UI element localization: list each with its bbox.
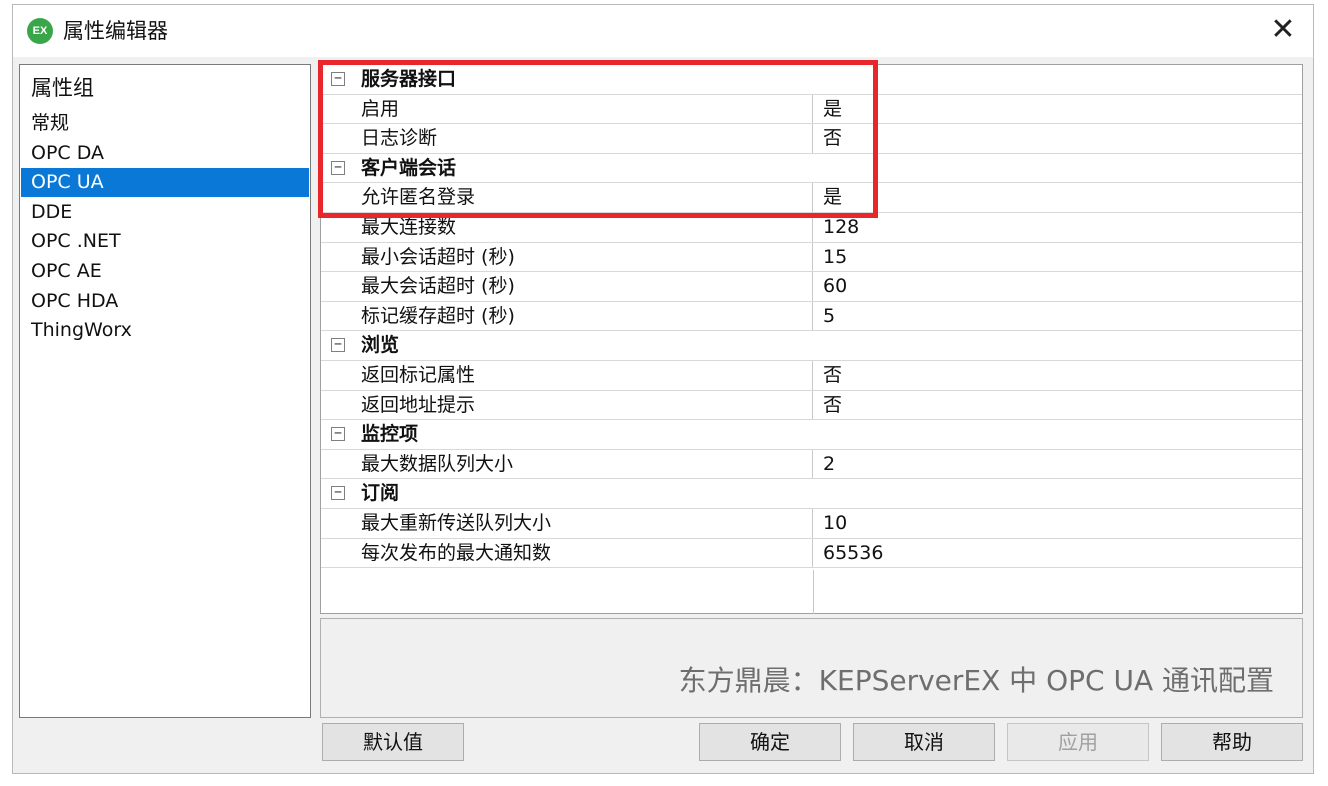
property-group-opc-ua[interactable]: OPC UA (21, 168, 309, 198)
property-row-max-notifications-per-publish[interactable]: 每次发布的最大通知数 65536 (321, 538, 1302, 569)
property-group-general[interactable]: 常规 (21, 109, 309, 138)
property-value[interactable]: 是 (823, 95, 842, 124)
property-name: 启用 (321, 94, 813, 124)
property-group-label: OPC HDA (31, 289, 119, 312)
property-grid: − 服务器接口 启用 是 日志诊断 否 − 客户端会话 允许匿名登录 是 最大连… (320, 64, 1303, 614)
property-row-min-session-timeout[interactable]: 最小会话超时 (秒) 15 (321, 242, 1302, 273)
property-name: 返回标记属性 (321, 361, 813, 390)
column-divider (813, 570, 814, 614)
property-group-label: ThingWorx (31, 319, 132, 342)
property-row-return-address-hints[interactable]: 返回地址提示 否 (321, 390, 1302, 421)
property-name: 最大数据队列大小 (321, 449, 813, 479)
cancel-button[interactable]: 取消 (853, 723, 995, 761)
property-value[interactable]: 60 (823, 272, 847, 301)
property-value[interactable]: 10 (823, 509, 847, 538)
property-group-label: OPC AE (31, 260, 102, 282)
property-name: 每次发布的最大通知数 (321, 538, 813, 568)
property-group-opc-hda[interactable]: OPC HDA (21, 287, 309, 316)
close-button[interactable]: ✕ (1267, 15, 1299, 47)
property-row-max-retransmission-queue-size[interactable]: 最大重新传送队列大小 10 (321, 509, 1302, 539)
property-row-enable[interactable]: 启用 是 (321, 94, 1302, 125)
collapse-icon[interactable]: − (331, 427, 345, 442)
group-row-client-sessions[interactable]: − 客户端会话 (321, 154, 1302, 184)
property-name: 允许匿名登录 (321, 183, 813, 212)
property-group-label: OPC DA (31, 141, 105, 164)
collapse-icon[interactable]: − (331, 72, 345, 86)
property-group-opc-net[interactable]: OPC .NET (21, 227, 309, 256)
property-value[interactable]: 5 (823, 302, 835, 331)
property-value[interactable]: 2 (823, 450, 835, 479)
property-description-area: 东方鼎晨：KEPServerEX 中 OPC UA 通讯配置 (320, 618, 1303, 718)
collapse-icon[interactable]: − (331, 160, 345, 175)
property-value[interactable]: 否 (823, 361, 842, 390)
group-name: 订阅 (361, 482, 400, 505)
title-bar: EX 属性编辑器 ✕ (13, 5, 1313, 57)
help-button[interactable]: 帮助 (1161, 723, 1303, 761)
property-group-dde[interactable]: DDE (21, 198, 309, 227)
property-group-label: OPC .NET (31, 230, 121, 253)
property-row-max-session-timeout[interactable]: 最大会话超时 (秒) 60 (321, 272, 1302, 302)
group-row-browse[interactable]: − 浏览 (321, 331, 1302, 361)
app-logo-icon: EX (27, 18, 53, 44)
property-row-log-diagnostics[interactable]: 日志诊断 否 (321, 124, 1302, 154)
property-row-return-tag-properties[interactable]: 返回标记属性 否 (321, 361, 1302, 391)
group-row-server-interface[interactable]: − 服务器接口 (321, 65, 1302, 95)
close-icon: ✕ (1270, 12, 1296, 47)
property-row-max-connections[interactable]: 最大连接数 128 (321, 213, 1302, 243)
property-value[interactable]: 65536 (823, 539, 883, 568)
property-group-opc-ae[interactable]: OPC AE (21, 257, 309, 286)
defaults-button[interactable]: 默认值 (322, 723, 464, 761)
property-value[interactable]: 15 (823, 243, 847, 272)
apply-button[interactable]: 应用 (1007, 723, 1149, 761)
property-group-label: 常规 (31, 112, 70, 134)
property-name: 返回地址提示 (321, 390, 813, 420)
property-group-list: 属性组 常规 OPC DA OPC UA DDE OPC .NET OPC AE… (19, 64, 311, 718)
property-name: 标记缓存超时 (秒) (321, 301, 813, 331)
window-title: 属性编辑器 (63, 19, 168, 43)
property-group-header: 属性组 (31, 76, 94, 100)
property-name: 最小会话超时 (秒) (321, 242, 813, 272)
group-name: 监控项 (361, 423, 419, 446)
group-name: 浏览 (361, 334, 400, 357)
property-value[interactable]: 128 (823, 213, 859, 242)
property-row-max-data-queue-size[interactable]: 最大数据队列大小 2 (321, 449, 1302, 480)
property-group-thingworx[interactable]: ThingWorx (21, 316, 309, 345)
property-row-allow-anonymous[interactable]: 允许匿名登录 是 (321, 183, 1302, 213)
property-row-tag-cache-timeout[interactable]: 标记缓存超时 (秒) 5 (321, 301, 1302, 332)
property-name: 最大连接数 (321, 213, 813, 242)
collapse-icon[interactable]: − (331, 486, 345, 501)
property-value[interactable]: 否 (823, 124, 842, 153)
property-group-label: OPC UA (31, 171, 104, 194)
collapse-icon[interactable]: − (331, 338, 345, 353)
property-name: 日志诊断 (321, 124, 813, 153)
group-name: 服务器接口 (361, 68, 457, 90)
group-name: 客户端会话 (361, 156, 457, 179)
watermark-caption: 东方鼎晨：KEPServerEX 中 OPC UA 通讯配置 (678, 664, 1274, 697)
group-row-monitored-items[interactable]: − 监控项 (321, 420, 1302, 450)
property-value[interactable]: 否 (823, 391, 842, 420)
property-name: 最大会话超时 (秒) (321, 272, 813, 301)
property-group-label: DDE (31, 200, 73, 223)
property-group-opc-da[interactable]: OPC DA (21, 139, 309, 168)
ok-button[interactable]: 确定 (699, 723, 841, 761)
group-row-subscriptions[interactable]: − 订阅 (321, 479, 1302, 509)
property-value[interactable]: 是 (823, 183, 842, 212)
property-name: 最大重新传送队列大小 (321, 509, 813, 538)
